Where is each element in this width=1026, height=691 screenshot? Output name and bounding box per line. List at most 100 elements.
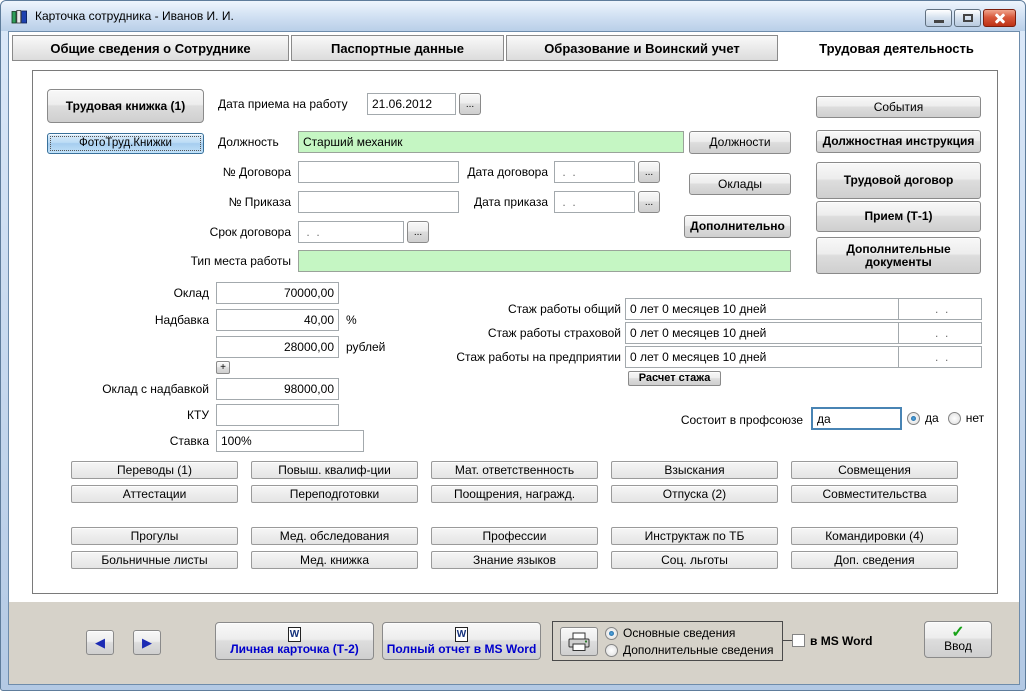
close-button[interactable] [983,9,1016,27]
experience-total-value[interactable] [625,298,899,320]
additional-button[interactable]: Дополнительно [684,215,791,238]
calc-experience-button[interactable]: Расчет стажа [628,371,721,386]
languages-button[interactable]: Знание языков [431,551,598,569]
salaries-button[interactable]: Оклады [689,173,791,195]
main-info-radio[interactable] [605,626,618,640]
rate-label: Ставка [169,434,209,448]
bonus-pct-input[interactable] [216,309,339,331]
material-responsibility-button[interactable]: Мат. ответственность [431,461,598,479]
position-label: Должность [218,135,279,149]
union-yes-radio[interactable] [907,411,920,425]
medical-exams-button[interactable]: Мед. обследования [251,527,418,545]
oklad-total-input[interactable] [216,378,339,400]
contract-date-input[interactable] [554,161,635,183]
transfers-button[interactable]: Переводы (1) [71,461,238,479]
print-options-group: Основные сведения Дополнительные сведени… [552,621,783,661]
experience-company-date[interactable] [898,346,982,368]
workbook-button[interactable]: Трудовая книжка (1) [47,89,204,123]
oklad-input[interactable] [216,282,339,304]
ms-word-checkbox[interactable] [792,634,805,647]
bonus-rub-input[interactable] [216,336,339,358]
experience-insurance-date[interactable] [898,322,982,344]
minimize-button[interactable] [925,9,952,27]
contract-no-label: № Договора [222,165,291,179]
additional-info-label: Дополнительные сведения [623,643,774,657]
personal-card-t2-button[interactable]: W Личная карточка (Т-2) [215,622,374,660]
secondary-jobs-button[interactable]: Совместительства [791,485,958,503]
labor-activity-panel: Трудовая книжка (1) ФотоТруд.Книжки Дата… [32,70,998,594]
print-button[interactable] [560,627,598,656]
sick-leaves-button[interactable]: Больничные листы [71,551,238,569]
percent-unit-label: % [346,313,357,327]
order-date-browse-button[interactable]: ... [638,191,660,213]
experience-total-date[interactable] [898,298,982,320]
rewards-button[interactable]: Поощрения, награжд. [431,485,598,503]
main-info-label: Основные сведения [623,626,736,640]
ktu-input[interactable] [216,404,339,426]
contract-date-label: Дата договора [467,165,548,179]
retraining-button[interactable]: Переподготовки [251,485,418,503]
social-benefits-button[interactable]: Соц. льготы [611,551,778,569]
arrow-left-icon: ◀ [95,635,105,650]
absences-button[interactable]: Прогулы [71,527,238,545]
contract-term-input[interactable] [298,221,404,243]
order-date-input[interactable] [554,191,635,213]
labor-contract-button[interactable]: Трудовой договор [816,162,981,199]
union-yes-label: да [925,411,939,425]
ms-word-checkbox-label: в MS Word [810,634,873,648]
tab-labor-activity[interactable]: Трудовая деятельность [780,35,1013,61]
additional-info-radio-row: Дополнительные сведения [605,643,773,657]
workplace-type-label: Тип места работы [190,254,291,268]
enter-button[interactable]: ✓ Ввод [924,621,992,658]
union-input[interactable] [811,407,902,430]
business-trips-button[interactable]: Командировки (4) [791,527,958,545]
contract-term-browse-button[interactable]: ... [407,221,429,243]
safety-training-button[interactable]: Инструктаж по ТБ [611,527,778,545]
word-doc-icon: W [455,626,468,642]
position-input[interactable] [298,131,684,153]
qualification-upgrade-button[interactable]: Повыш. квалиф-ции [251,461,418,479]
tab-education-military[interactable]: Образование и Воинский учет [506,35,778,61]
experience-total-label: Стаж работы общий [508,302,621,316]
hire-date-browse-button[interactable]: ... [459,93,481,115]
tab-general-info[interactable]: Общие сведения о Сотруднике [12,35,289,61]
employee-card-window: Карточка сотрудника - Иванов И. И. Общие… [0,0,1026,691]
prev-record-button[interactable]: ◀ [86,630,114,655]
next-record-button[interactable]: ▶ [133,630,161,655]
app-books-icon [11,8,28,25]
plus-button[interactable]: + [216,361,230,374]
additional-docs-button[interactable]: Дополнительные документы [816,237,981,274]
union-no-radio[interactable] [947,411,961,425]
oklad-total-label: Оклад с надбавкой [102,382,209,396]
photo-workbook-button[interactable]: ФотоТруд.Книжки [47,133,204,154]
window-title: Карточка сотрудника - Иванов И. И. [35,9,234,23]
job-instruction-button[interactable]: Должностная инструкция [816,130,981,153]
professions-button[interactable]: Профессии [431,527,598,545]
word-doc-icon: W [288,626,301,642]
main-info-radio-row: Основные сведения [605,626,735,640]
rate-input[interactable] [216,430,364,452]
additional-info-button[interactable]: Доп. сведения [791,551,958,569]
bottom-bar: ◀ ▶ W Личная карточка (Т-2) W Полный отч… [9,602,1019,684]
full-report-word-button[interactable]: W Полный отчет в MS Word [382,622,541,660]
contract-date-browse-button[interactable]: ... [638,161,660,183]
experience-company-value[interactable] [625,346,899,368]
maximize-button[interactable] [954,9,981,27]
minimize-icon [933,20,944,23]
positions-button[interactable]: Должности [689,131,791,154]
hire-date-input[interactable] [367,93,456,115]
events-button[interactable]: События [816,96,981,118]
penalties-button[interactable]: Взыскания [611,461,778,479]
hiring-t1-button[interactable]: Прием (Т-1) [816,201,981,232]
attestations-button[interactable]: Аттестации [71,485,238,503]
medical-book-button[interactable]: Мед. книжка [251,551,418,569]
workplace-type-input[interactable] [298,250,791,272]
ktu-label: КТУ [187,408,209,422]
additional-info-radio[interactable] [605,643,618,657]
vacations-button[interactable]: Отпуска (2) [611,485,778,503]
tab-passport-data[interactable]: Паспортные данные [291,35,504,61]
window-controls [925,9,1016,27]
combined-positions-button[interactable]: Совмещения [791,461,958,479]
checkmark-icon: ✓ [951,624,965,641]
experience-insurance-value[interactable] [625,322,899,344]
